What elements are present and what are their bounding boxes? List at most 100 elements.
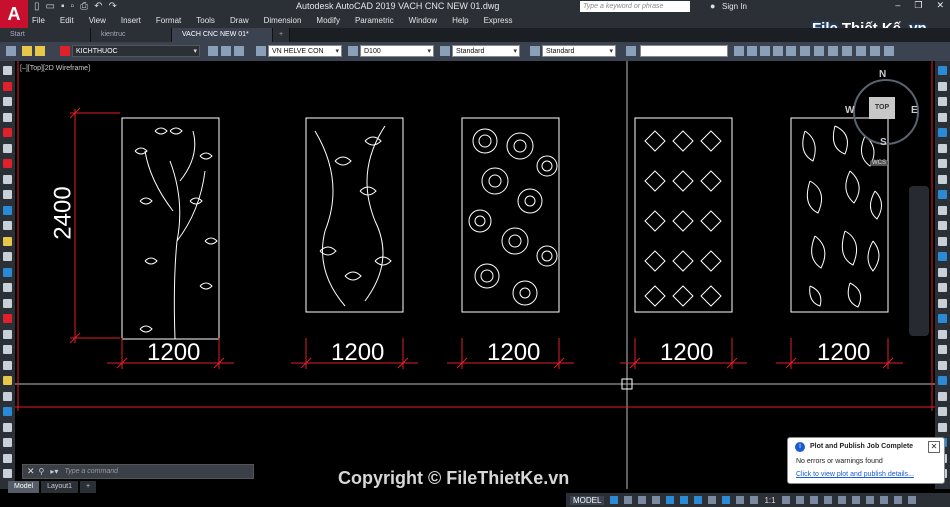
dynamic-input-icon[interactable] [652,496,661,504]
text-style-icon[interactable] [256,46,266,56]
notification-details-link[interactable]: Click to view plot and publish details..… [796,471,914,478]
match-properties-icon[interactable] [3,438,12,447]
search-input[interactable]: Type a keyword or phrase [580,1,690,12]
multileader-style-dropdown[interactable]: Standard ▾ [542,45,616,57]
make-block-icon[interactable] [3,252,12,261]
saveas-icon[interactable]: ▫ [71,1,75,13]
reverse-icon[interactable] [938,422,947,432]
menu-express[interactable]: Express [484,14,513,28]
viewcube-east[interactable]: E [911,105,918,116]
tool-icon-8[interactable] [828,46,838,56]
viewcube-south[interactable]: S [880,137,887,148]
menu-parametric[interactable]: Parametric [355,14,394,28]
tool-icon-9[interactable] [842,46,852,56]
blend-icon[interactable] [938,407,947,416]
recent-commands-icon[interactable]: ▸▾ [50,467,58,476]
match-icon[interactable] [938,360,947,370]
units-icon[interactable] [809,496,818,504]
annotation-monitor-icon[interactable] [795,496,804,504]
navigation-bar[interactable] [909,186,929,336]
command-line[interactable]: ✕ ⚲ ▸▾ Type a command [22,464,254,479]
tool-icon-11[interactable] [870,46,880,56]
line-icon[interactable] [3,66,12,75]
stretch-icon[interactable] [938,190,947,199]
tool-icon-12[interactable] [884,46,894,56]
point-icon[interactable] [3,267,12,277]
rectangle-icon[interactable] [3,128,12,137]
hatch-icon[interactable] [3,283,12,292]
grid-icon[interactable] [610,496,619,504]
color-dropdown[interactable] [640,45,728,57]
copy-icon[interactable] [3,469,12,478]
workspace-gear-icon[interactable] [781,496,790,504]
tool-icon-6[interactable] [800,46,810,56]
new-layout-button[interactable]: + [80,481,97,493]
object-snap-tracking-icon[interactable] [708,496,717,504]
tab-start[interactable]: Start [0,28,91,42]
new-icon[interactable]: ▯ [34,1,40,13]
tab-kientruc[interactable]: kientruc 12.2.2020* [91,28,172,52]
break-icon[interactable] [938,252,947,261]
menu-draw[interactable]: Draw [230,14,249,28]
table-icon[interactable] [3,329,12,339]
layer-properties-icon[interactable] [6,46,16,56]
customization-icon[interactable] [907,496,916,504]
hardware-acceleration-icon[interactable] [879,496,888,504]
revision-cloud-icon[interactable] [3,174,12,184]
ortho-icon[interactable] [666,496,675,504]
tool-icon-5[interactable] [786,46,796,56]
explode-icon[interactable] [938,314,947,323]
tool-icon-7[interactable] [814,46,824,56]
viewcube[interactable]: N W E S TOP [845,69,925,149]
fillet-icon[interactable] [938,298,947,308]
extend-icon[interactable] [938,221,947,230]
menu-format[interactable]: Format [156,14,181,28]
isolate-objects-icon[interactable] [851,496,860,504]
close-icon[interactable]: ✕ [936,0,944,11]
lengthen-icon[interactable] [938,376,947,385]
minimize-icon[interactable]: – [895,0,900,11]
trim-icon[interactable] [938,205,947,215]
command-input[interactable]: Type a command [64,468,118,475]
plot-publish-icon[interactable] [865,496,874,504]
gradient-icon[interactable] [3,298,12,308]
menu-edit[interactable]: Edit [60,14,74,28]
polygon-icon[interactable] [3,112,12,122]
user-icon[interactable]: ● [710,1,715,11]
tool-icon-10[interactable] [856,46,866,56]
add-selected-icon[interactable] [3,360,12,370]
command-close-button[interactable]: ✕ [23,466,39,477]
copy-icon[interactable] [938,81,947,91]
arc-icon[interactable] [3,143,12,153]
tool-icon-3[interactable] [760,46,770,56]
menu-dimension[interactable]: Dimension [264,14,302,28]
annotation-visibility-icon[interactable] [750,496,759,504]
clean-screen-icon[interactable] [893,496,902,504]
text-style-dropdown[interactable]: VN HELVE CON ▾ [268,45,342,57]
tool-icon-1[interactable] [734,46,744,56]
pan-icon[interactable] [3,422,12,432]
offset-icon[interactable] [938,112,947,122]
dim-style-dropdown[interactable]: D100 ▾ [360,45,434,57]
annotation-scale[interactable]: 1:1 [764,496,775,505]
lock-ui-icon[interactable] [837,496,846,504]
customize-icon[interactable]: ⚲ [39,467,45,476]
undo-icon[interactable]: ↶ [94,1,102,13]
rotate-icon[interactable] [938,159,947,168]
multileader-style-icon[interactable] [530,46,540,56]
snap-icon[interactable] [624,496,633,504]
region-icon[interactable] [3,314,12,323]
polyline-icon[interactable] [3,97,12,106]
text-icon[interactable] [3,376,12,385]
scale-icon[interactable] [938,174,947,184]
redo-icon[interactable]: ↷ [108,1,116,13]
isodraft-icon[interactable] [694,496,703,504]
mirror-icon[interactable] [938,97,947,106]
menu-file[interactable]: File [32,14,45,28]
model-space-toggle[interactable]: MODEL [570,495,605,505]
chamfer-icon[interactable] [938,283,947,292]
erase-icon[interactable] [3,453,12,463]
polar-icon[interactable] [680,496,689,504]
autocad-logo[interactable]: A [0,0,28,28]
table-style-dropdown[interactable]: Standard ▾ [452,45,520,57]
